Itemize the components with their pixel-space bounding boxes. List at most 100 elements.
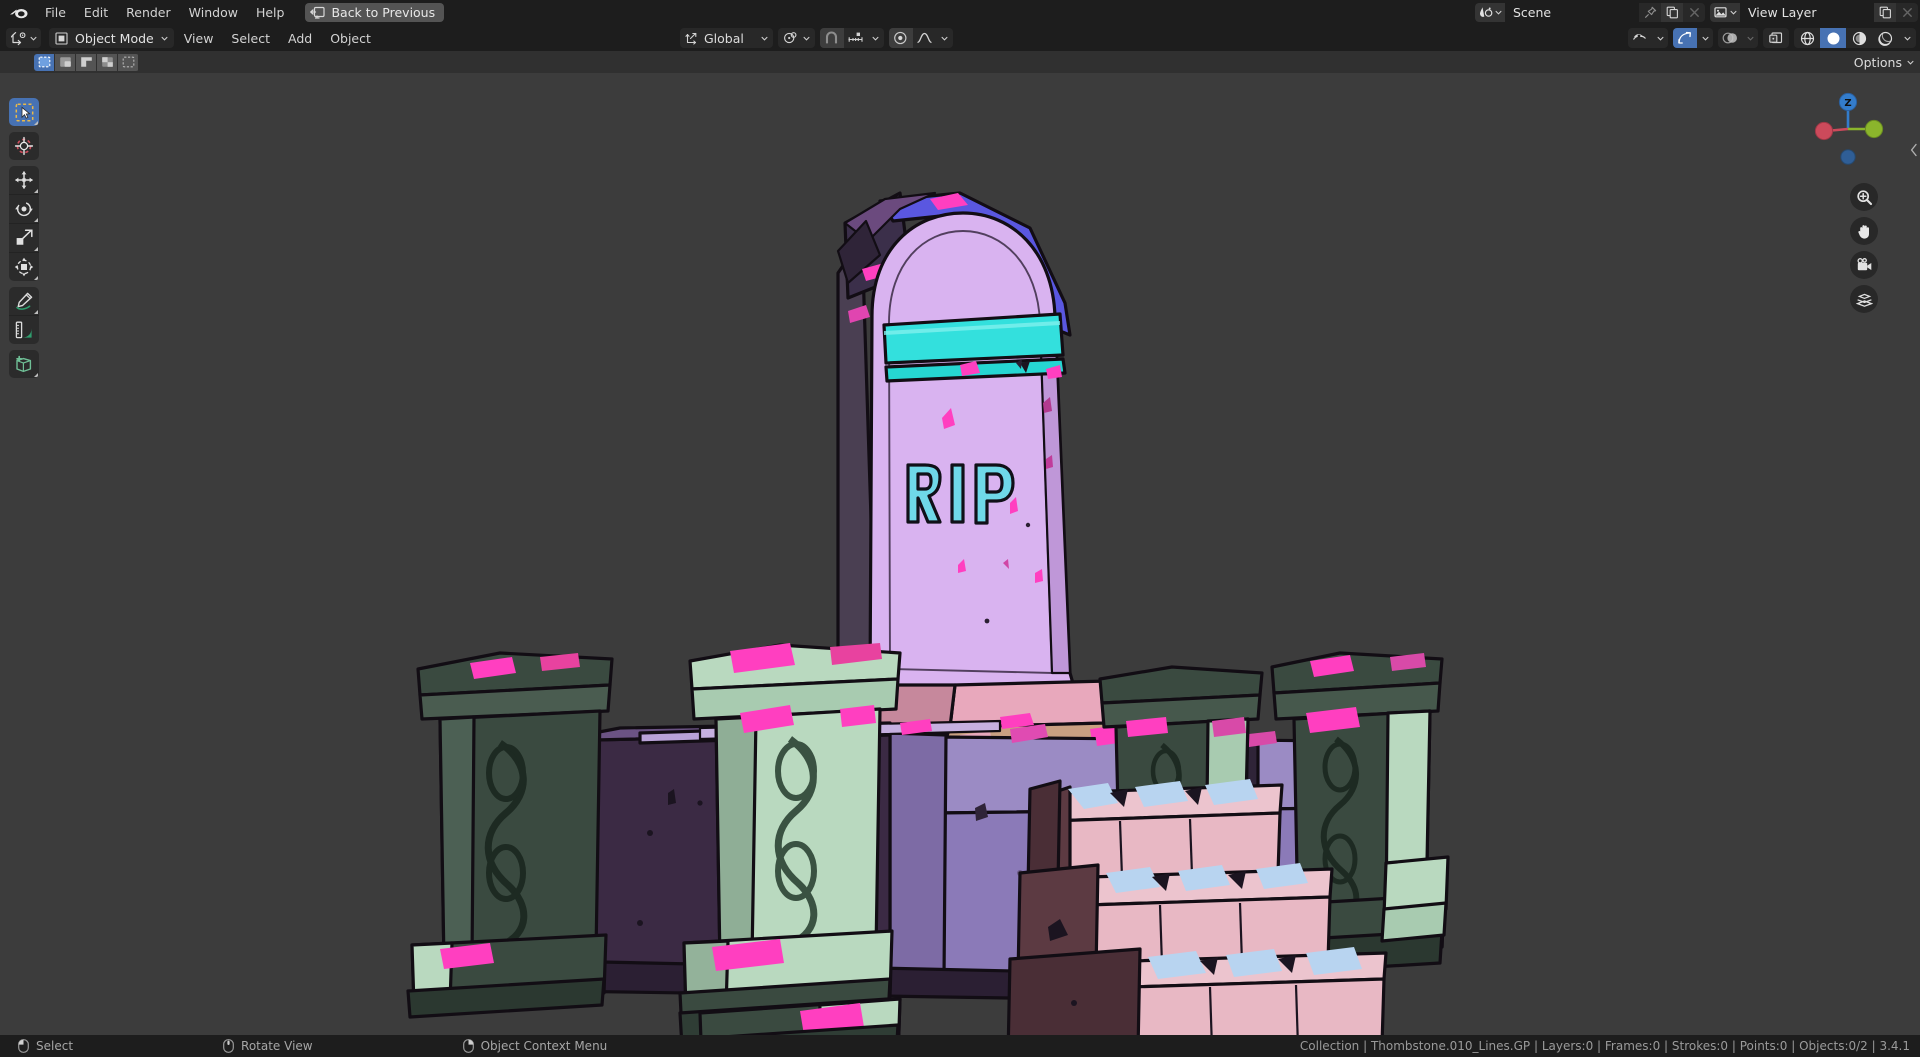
menu-render[interactable]: Render <box>117 2 180 23</box>
tool-select-box[interactable] <box>9 98 39 126</box>
camera-icon[interactable] <box>1850 251 1878 279</box>
shading-rendered-icon[interactable] <box>1872 28 1898 48</box>
proportional-editing-group <box>888 28 953 48</box>
snapping-group <box>819 28 884 48</box>
menu-file[interactable]: File <box>36 2 75 23</box>
editor-type-3dview-icon[interactable] <box>6 28 41 48</box>
tool-group-transform <box>9 166 39 281</box>
hand-icon[interactable] <box>1850 217 1878 245</box>
pivot-point-dropdown[interactable] <box>777 28 815 48</box>
back-to-previous-button[interactable]: Back to Previous <box>305 3 445 22</box>
tool-expand-corner[interactable] <box>34 247 38 251</box>
transform-orientation-dropdown[interactable]: Global <box>680 28 773 48</box>
viewlayer-name-field[interactable]: View Layer <box>1740 3 1874 22</box>
tool-expand-corner[interactable] <box>34 218 38 222</box>
zoom-icon[interactable] <box>1850 183 1878 211</box>
menu-help[interactable]: Help <box>247 2 294 23</box>
view-layer-icon[interactable] <box>1710 3 1740 22</box>
tool-expand-corner[interactable] <box>34 276 38 280</box>
falloff-chevron-icon[interactable] <box>937 28 953 48</box>
back-to-previous-label: Back to Previous <box>331 5 436 20</box>
top-bar: File Edit Render Window Help Back to Pre… <box>0 0 1920 25</box>
tool-rotate[interactable] <box>9 195 39 224</box>
falloff-smooth-icon[interactable] <box>913 28 937 48</box>
status-hint-select-label: Select <box>36 1039 74 1053</box>
select-invert-icon[interactable] <box>97 53 117 71</box>
blender-window: File Edit Render Window Help Back to Pre… <box>0 0 1920 1057</box>
shading-material-preview-icon[interactable] <box>1846 28 1872 48</box>
xray-group <box>1763 28 1789 48</box>
sidebar-toggle[interactable] <box>1908 137 1920 163</box>
viewport-menu-view[interactable]: View <box>176 29 222 48</box>
select-extend-icon[interactable] <box>55 53 75 71</box>
gizmo-chevron-icon[interactable] <box>1697 28 1713 48</box>
tool-group-cursor <box>9 132 39 160</box>
object-mode-icon <box>55 31 68 45</box>
shading-solid-icon[interactable] <box>1820 28 1846 48</box>
tool-expand-corner[interactable] <box>34 121 38 125</box>
viewport-header-center-group: Global <box>680 28 953 48</box>
menu-window[interactable]: Window <box>180 2 247 23</box>
tool-transform[interactable] <box>9 253 39 281</box>
tool-measure[interactable] <box>9 316 39 344</box>
magnet-icon[interactable] <box>819 28 844 48</box>
back-to-previous-icon <box>310 6 326 20</box>
status-bar: Select Rotate View Object Context Menu C… <box>0 1035 1920 1057</box>
scene-new-icon[interactable] <box>1661 3 1683 22</box>
topbar-right-group: Scene View Layer <box>1475 0 1918 25</box>
snap-options-chevron-icon[interactable] <box>868 28 884 48</box>
eye-icon[interactable] <box>1628 28 1652 48</box>
tool-expand-corner[interactable] <box>34 310 38 314</box>
overlays-icon[interactable] <box>1718 28 1742 48</box>
snap-increment-icon[interactable] <box>844 28 868 48</box>
mouse-left-icon <box>18 1039 29 1053</box>
tool-expand-corner[interactable] <box>34 373 38 377</box>
menu-edit[interactable]: Edit <box>75 2 117 23</box>
tool-annotate[interactable] <box>9 287 39 316</box>
blender-logo-icon[interactable] <box>6 3 32 23</box>
select-subtract-icon[interactable] <box>76 53 96 71</box>
shading-wireframe-icon[interactable] <box>1794 28 1820 48</box>
scene-icon[interactable] <box>1475 3 1505 22</box>
viewport-toolbar <box>9 98 39 384</box>
viewlayer-datablock[interactable]: View Layer <box>1710 3 1918 22</box>
viewlayer-new-icon[interactable] <box>1874 3 1896 22</box>
select-intersect-icon[interactable] <box>118 53 138 71</box>
status-hint-rotate-label: Rotate View <box>241 1039 313 1053</box>
tool-move[interactable] <box>9 166 39 195</box>
viewport-menu-add[interactable]: Add <box>280 29 320 48</box>
gizmo-group <box>1673 28 1713 48</box>
viewlayer-unlink-icon[interactable] <box>1896 3 1918 22</box>
scene-unlink-icon[interactable] <box>1683 3 1705 22</box>
object-mode-label: Object Mode <box>75 30 154 46</box>
tool-expand-corner[interactable] <box>34 189 38 193</box>
overlays-chevron-icon[interactable] <box>1742 28 1758 48</box>
xray-toggle-icon[interactable] <box>1763 28 1789 48</box>
options-dropdown[interactable]: Options <box>1854 55 1914 70</box>
proportional-edit-icon[interactable] <box>888 28 913 48</box>
navigation-gizmo[interactable]: Z <box>1806 87 1890 171</box>
tool-add-cube[interactable] <box>9 350 39 378</box>
tool-scale[interactable] <box>9 224 39 253</box>
options-label: Options <box>1853 54 1902 70</box>
pin-icon[interactable] <box>1639 3 1661 22</box>
scene-datablock[interactable]: Scene <box>1475 3 1705 22</box>
status-hint-context-menu-label: Object Context Menu <box>480 1039 608 1053</box>
select-set-icon[interactable] <box>34 53 54 71</box>
object-mode-dropdown[interactable]: Object Mode <box>49 28 174 48</box>
tool-group-select <box>9 98 39 126</box>
gizmo-icon[interactable] <box>1673 28 1697 48</box>
shading-chevron-icon[interactable] <box>1898 28 1916 48</box>
tool-cursor[interactable] <box>9 132 39 160</box>
pivot-point-icon <box>783 31 798 45</box>
3d-viewport[interactable]: .ol { stroke:#120d14; stroke-width:3.2; … <box>0 73 1920 1035</box>
visibility-chevron-icon[interactable] <box>1652 28 1668 48</box>
scene-name-field[interactable]: Scene <box>1505 3 1639 22</box>
viewport-header-right-group <box>1628 28 1916 48</box>
viewport-menu-select[interactable]: Select <box>223 29 278 48</box>
status-hint-context-menu: Object Context Menu <box>462 1039 608 1053</box>
grid-icon[interactable] <box>1850 285 1878 313</box>
viewport-menu-object[interactable]: Object <box>322 29 379 48</box>
mouse-right-icon <box>462 1039 474 1053</box>
shading-modes-group <box>1794 28 1916 48</box>
